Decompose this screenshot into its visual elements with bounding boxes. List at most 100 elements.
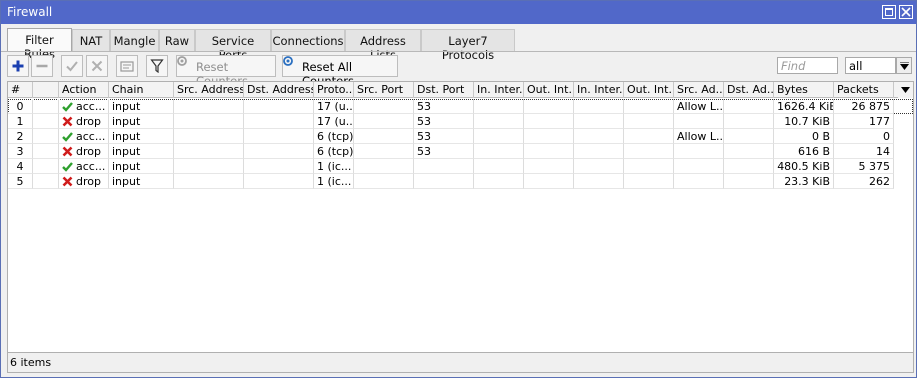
- drop-x-icon: [62, 176, 73, 187]
- col-bytes[interactable]: Bytes: [774, 82, 834, 98]
- col-dst-port[interactable]: Dst. Port: [414, 82, 474, 98]
- table-row[interactable]: 1 drop input 17 (u... 53 10.7 KiB 177: [8, 114, 913, 129]
- cell-src-address-list: [674, 159, 724, 174]
- items-count: 6 items: [10, 356, 52, 369]
- cell-in-interface-list: [574, 99, 624, 114]
- drop-x-icon: [62, 116, 73, 127]
- filter-select[interactable]: all: [845, 57, 896, 74]
- minus-icon: [36, 64, 48, 68]
- cell-src-address: [174, 114, 244, 129]
- cell-chain: input: [109, 144, 174, 159]
- cell-in-interface: [474, 159, 524, 174]
- table-row[interactable]: 2 acc... input 6 (tcp) 53 Allow L... 0 B0: [8, 129, 913, 144]
- col-flags[interactable]: [33, 82, 59, 98]
- title-bar[interactable]: Firewall: [1, 1, 916, 24]
- cell-in-interface: [474, 129, 524, 144]
- cell-protocol: 17 (u...: [314, 99, 354, 114]
- cell-action: drop: [59, 114, 109, 129]
- col-chain[interactable]: Chain: [109, 82, 174, 98]
- cell-packets: 177: [834, 114, 894, 129]
- find-input[interactable]: Find: [777, 57, 838, 74]
- col-src-address-list[interactable]: Src. Ad...: [674, 82, 724, 98]
- tab-filter-rules[interactable]: Filter Rules: [7, 28, 72, 61]
- col-out-interface-list[interactable]: Out. Int...: [624, 82, 674, 98]
- tab-service-ports[interactable]: Service Ports: [195, 29, 271, 62]
- tab-layer7-protocols[interactable]: Layer7 Protocols: [421, 29, 515, 62]
- reset-counters-button[interactable]: Reset Counters: [176, 55, 276, 88]
- add-button[interactable]: [7, 55, 29, 77]
- filter-button[interactable]: [146, 55, 168, 77]
- x-icon: [91, 60, 103, 72]
- dropdown-arrow-icon: [901, 87, 910, 93]
- col-protocol[interactable]: Proto...: [314, 82, 354, 98]
- col-in-interface-list[interactable]: In. Inter...: [574, 82, 624, 98]
- accept-check-icon: [62, 162, 73, 172]
- cell-protocol: 1 (ic...: [314, 159, 354, 174]
- cell-in-interface: [474, 174, 524, 189]
- disable-button[interactable]: [86, 55, 108, 77]
- col-src-port[interactable]: Src. Port: [354, 82, 414, 98]
- accept-check-icon: [62, 102, 73, 112]
- enable-button[interactable]: [61, 55, 83, 77]
- cell-flag: [33, 99, 59, 114]
- cell-in-interface: [474, 99, 524, 114]
- table-row[interactable]: 0 acc... input 17 (u... 53 Allow L... 1626.4 K…: [8, 99, 913, 114]
- cell-in-interface: [474, 144, 524, 159]
- cell-dst-address: [244, 114, 314, 129]
- table-row[interactable]: 4 acc... input 1 (ic... 480.5 KiB 5 375: [8, 159, 913, 174]
- close-button[interactable]: [899, 5, 913, 19]
- tab-bar: Filter Rules NAT Mangle Raw Service Port…: [1, 28, 916, 62]
- action-label: acc...: [76, 160, 106, 173]
- col-dst-address[interactable]: Dst. Address: [244, 82, 314, 98]
- tab-address-lists[interactable]: Address Lists: [345, 29, 421, 62]
- cell-protocol: 1 (ic...: [314, 174, 354, 189]
- col-packets[interactable]: Packets: [834, 82, 894, 98]
- cell-out-interface-list: [624, 99, 674, 114]
- cell-dst-address-list: [724, 99, 774, 114]
- cell-src-address: [174, 159, 244, 174]
- cell-action: acc...: [59, 99, 109, 114]
- col-num[interactable]: #: [8, 82, 33, 98]
- cell-dst-address: [244, 174, 314, 189]
- remove-button[interactable]: [31, 55, 53, 77]
- cell-action: acc...: [59, 159, 109, 174]
- reset-all-counters-button[interactable]: Reset All Counters: [282, 55, 398, 88]
- comment-button[interactable]: [116, 55, 138, 77]
- column-menu-button[interactable]: [898, 82, 913, 98]
- cell-src-address: [174, 99, 244, 114]
- table-row[interactable]: 5 drop input 1 (ic... 23.3 KiB 262: [8, 174, 913, 189]
- cell-out-interface-list: [624, 159, 674, 174]
- tab-nat[interactable]: NAT: [72, 29, 110, 51]
- filter-dropdown-button[interactable]: [896, 57, 912, 74]
- cell-out-interface-list: [624, 144, 674, 159]
- cell-num: 1: [8, 114, 33, 129]
- col-action[interactable]: Action: [59, 82, 109, 98]
- col-src-address[interactable]: Src. Address: [174, 82, 244, 98]
- col-in-interface[interactable]: In. Inter...: [474, 82, 524, 98]
- table-row[interactable]: 3 drop input 6 (tcp) 53 616 B 14: [8, 144, 913, 159]
- cell-src-port: [354, 99, 414, 114]
- cell-out-interface: [524, 114, 574, 129]
- cell-dst-address-list: [724, 114, 774, 129]
- cell-chain: input: [109, 159, 174, 174]
- cell-src-port: [354, 144, 414, 159]
- tab-mangle[interactable]: Mangle: [110, 29, 159, 51]
- cell-in-interface-list: [574, 144, 624, 159]
- cell-src-port: [354, 114, 414, 129]
- cell-out-interface: [524, 174, 574, 189]
- cell-src-address-list: [674, 174, 724, 189]
- comment-icon: [120, 61, 134, 72]
- cell-dst-address: [244, 99, 314, 114]
- accept-check-icon: [62, 132, 73, 142]
- restore-button[interactable]: [882, 5, 896, 19]
- cell-src-address-list: [674, 144, 724, 159]
- cell-dst-address-list: [724, 159, 774, 174]
- cell-dst-port: [414, 174, 474, 189]
- col-dst-address-list[interactable]: Dst. Ad...: [724, 82, 774, 98]
- cell-in-interface-list: [574, 174, 624, 189]
- cell-src-address-list: Allow L...: [674, 129, 724, 144]
- col-out-interface[interactable]: Out. Int...: [524, 82, 574, 98]
- cell-num: 3: [8, 144, 33, 159]
- tab-connections[interactable]: Connections: [271, 29, 345, 51]
- tab-raw[interactable]: Raw: [159, 29, 195, 51]
